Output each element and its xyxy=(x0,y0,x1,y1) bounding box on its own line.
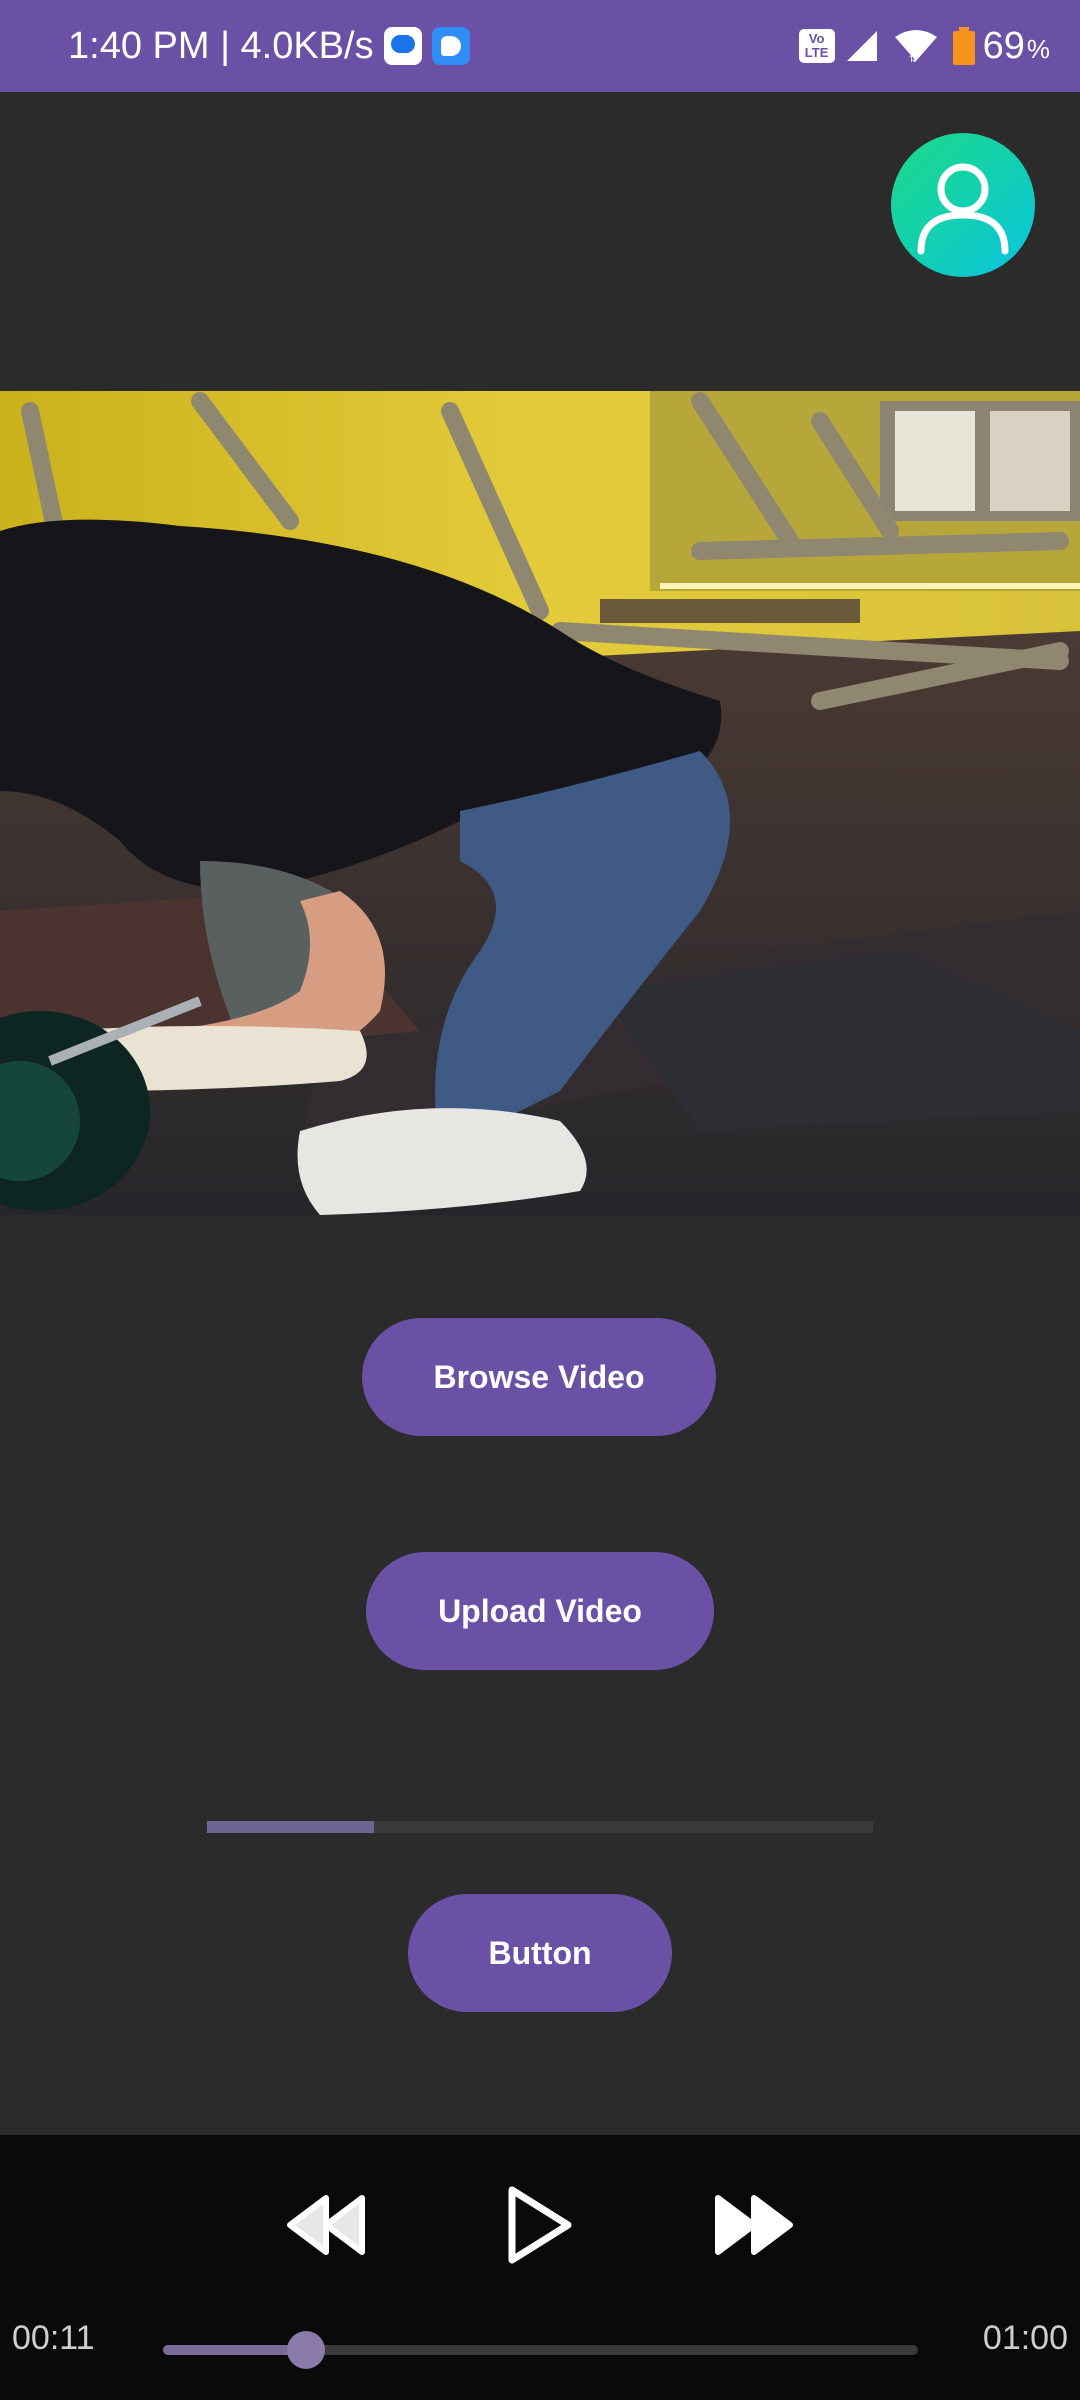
status-time: 1:40 PM | 4.0KB/s xyxy=(68,24,374,67)
wifi-icon: ⇅ xyxy=(894,30,937,63)
media-controller xyxy=(0,2135,1080,2400)
fast-forward-icon xyxy=(715,2195,793,2255)
status-bar: 1:40 PM | 4.0KB/s Vo LTE ⇅ 69 % xyxy=(0,0,1080,92)
upload-progress-fill xyxy=(207,1821,374,1833)
generic-button[interactable]: Button xyxy=(408,1894,672,2012)
play-icon xyxy=(508,2186,572,2264)
current-time: 00:11 xyxy=(12,2319,95,2357)
battery-percentage: 69 xyxy=(982,24,1025,67)
play-button[interactable] xyxy=(502,2184,576,2266)
seek-bar-progress xyxy=(163,2345,307,2355)
rewind-icon xyxy=(287,2195,365,2255)
total-duration: 01:00 xyxy=(982,2319,1068,2357)
svg-text:⇅: ⇅ xyxy=(909,54,917,63)
upload-video-button[interactable]: Upload Video xyxy=(366,1552,714,1670)
status-left: 1:40 PM | 4.0KB/s xyxy=(68,0,470,92)
battery-percent-sign: % xyxy=(1026,33,1050,64)
video-frame-image xyxy=(0,391,1080,1215)
rewind-button[interactable] xyxy=(284,2188,368,2262)
fast-forward-button[interactable] xyxy=(712,2188,796,2262)
messages-notification-icon xyxy=(383,27,422,65)
seek-bar[interactable] xyxy=(163,2331,918,2369)
upload-progress-bar xyxy=(207,1821,873,1833)
app-notification-icon xyxy=(431,27,470,65)
profile-avatar-button[interactable] xyxy=(891,133,1035,277)
video-preview[interactable] xyxy=(0,391,1080,1215)
battery-icon xyxy=(952,27,975,65)
browse-video-button[interactable]: Browse Video xyxy=(362,1318,716,1436)
user-profile-icon xyxy=(917,163,1009,255)
volte-icon: Vo LTE xyxy=(798,29,835,63)
signal-icon xyxy=(846,31,877,61)
status-right: Vo LTE ⇅ 69 % xyxy=(798,0,1050,92)
